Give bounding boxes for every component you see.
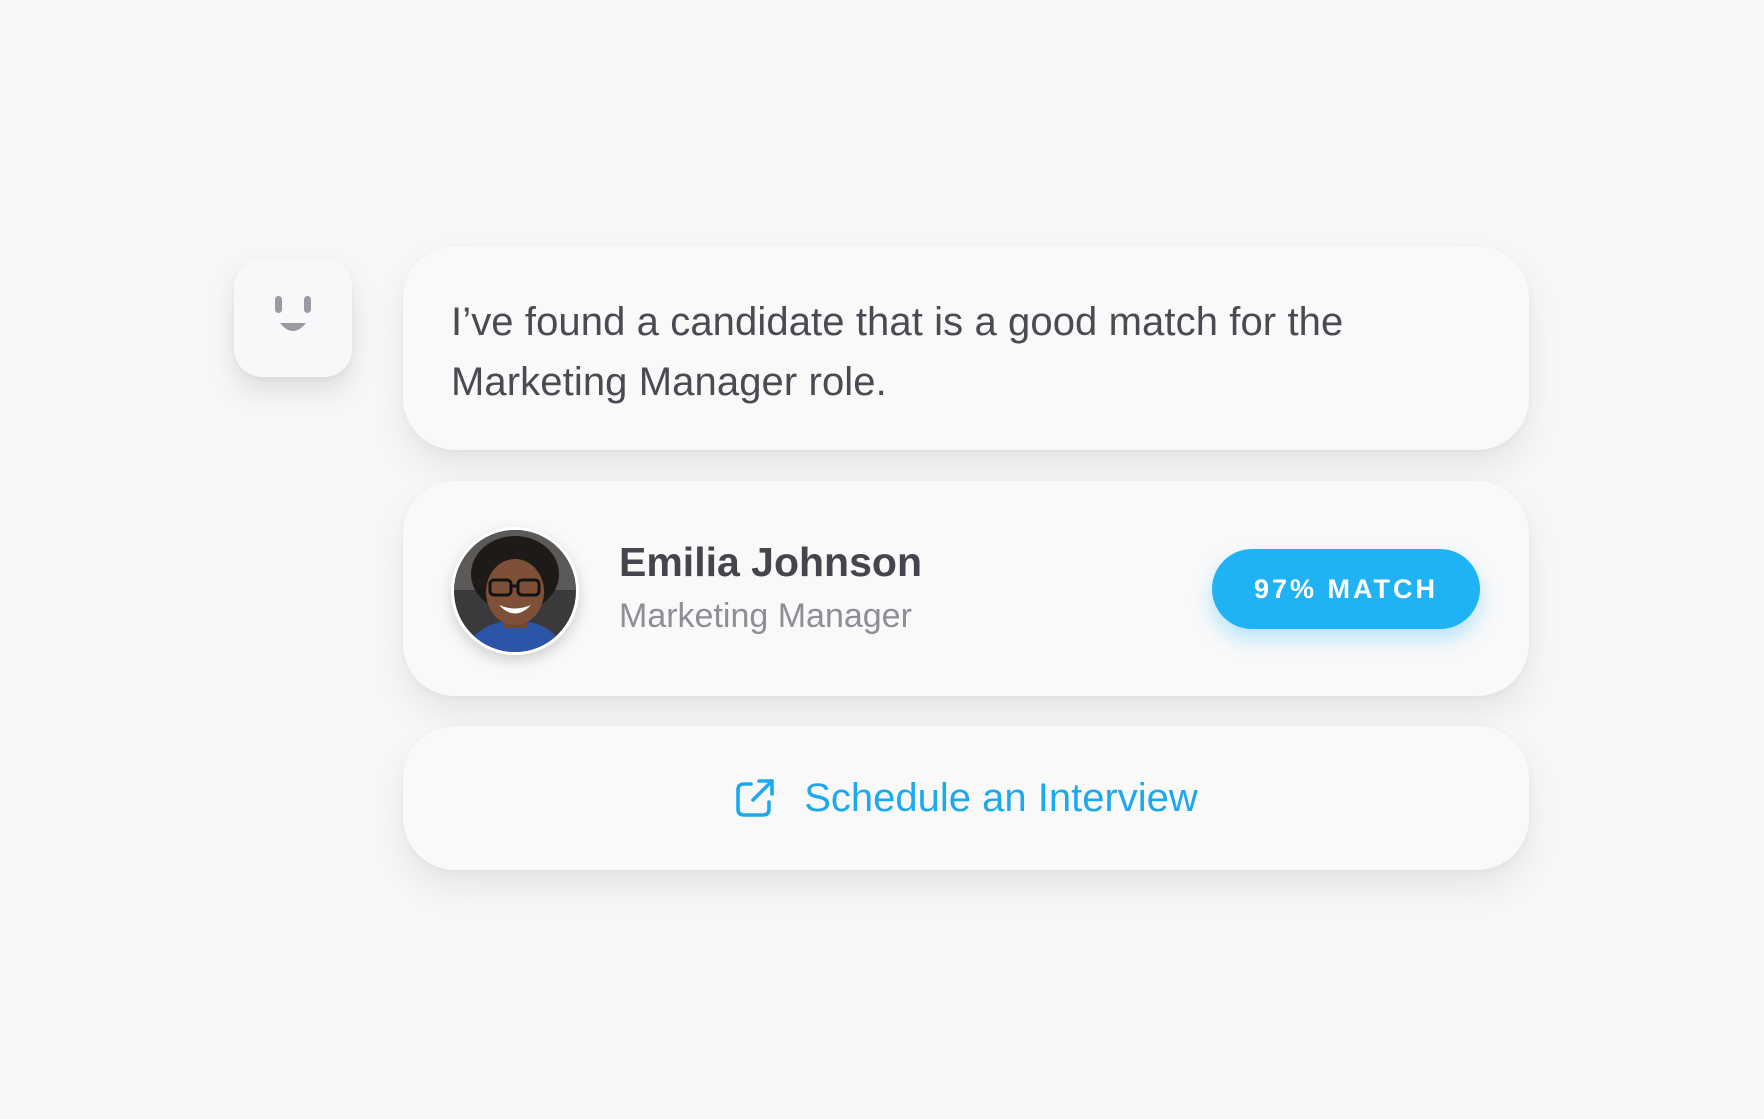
candidate-role: Marketing Manager [619, 597, 912, 635]
candidate-avatar [451, 527, 579, 655]
external-link-icon [736, 779, 775, 817]
schedule-interview-label: Schedule an Interview [804, 775, 1198, 820]
assistant-message-bubble: I’ve found a candidate that is a good ma… [403, 246, 1529, 450]
smiley-face-icon [275, 296, 311, 331]
candidate-card[interactable]: Emilia Johnson Marketing Manager 97% MAT… [403, 481, 1529, 696]
assistant-avatar [234, 259, 352, 377]
match-badge: 97% MATCH [1212, 549, 1480, 629]
candidate-name: Emilia Johnson [619, 539, 922, 585]
schedule-interview-button[interactable]: Schedule an Interview [403, 726, 1529, 870]
assistant-message-text: I’ve found a candidate that is a good ma… [451, 300, 1344, 404]
match-badge-label: 97% MATCH [1253, 573, 1439, 604]
